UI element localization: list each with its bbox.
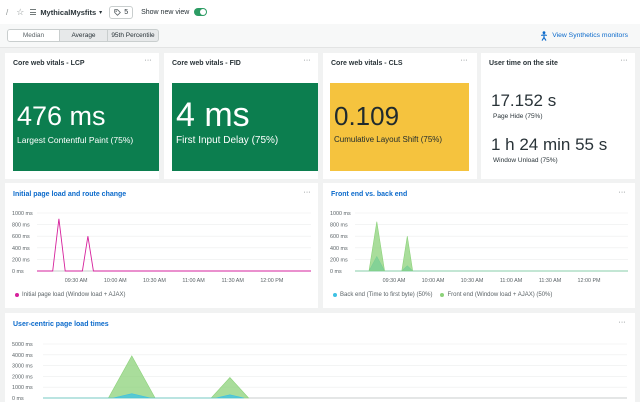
cls-value: 0.109 xyxy=(334,101,400,131)
y-tick-label: 200 ms xyxy=(330,257,348,263)
x-tick-label: 12:00 PM xyxy=(260,278,284,284)
y-tick-label: 3000 ms xyxy=(12,364,33,370)
x-tick-label: 09:30 AM xyxy=(65,278,88,284)
initial-page-load-legend: Initial page load (Window load + AJAX) xyxy=(15,292,126,298)
cls-card: Core web vitals - CLS ··· 0.109 Cumulati… xyxy=(323,53,477,179)
segment-average[interactable]: Average xyxy=(60,30,108,41)
x-tick-label: 12:00 PM xyxy=(577,278,601,284)
page-hide-label: Page Hide (75%) xyxy=(493,113,543,120)
fid-card-title: Core web vitals - FID xyxy=(172,60,241,67)
y-tick-label: 800 ms xyxy=(330,223,348,229)
view-synthetics-link[interactable]: View Synthetics monitors xyxy=(540,30,628,41)
series-line[interactable] xyxy=(37,218,311,272)
series-area[interactable] xyxy=(43,355,250,399)
x-tick-label: 09:30 AM xyxy=(383,278,406,284)
x-tick-label: 10:30 AM xyxy=(461,278,484,284)
cls-card-title: Core web vitals - CLS xyxy=(331,60,403,67)
y-tick-label: 0 ms xyxy=(330,269,342,275)
segment-95th-percentile[interactable]: 95th Percentile xyxy=(108,30,158,41)
y-tick-label: 200 ms xyxy=(12,257,30,263)
app-menu-icon[interactable] xyxy=(30,9,37,15)
lcp-card-title: Core web vitals - LCP xyxy=(13,60,85,67)
y-tick-label: 400 ms xyxy=(330,246,348,252)
y-tick-label: 1000 ms xyxy=(12,385,33,391)
show-new-view-toggle[interactable] xyxy=(194,8,208,16)
tags-button[interactable]: 5 xyxy=(109,5,134,19)
y-tick-label: 0 ms xyxy=(12,269,24,275)
legend-dot xyxy=(440,293,445,297)
series-area[interactable] xyxy=(355,221,628,272)
user-centric-chart: 5000 ms 4000 ms 3000 ms 2000 ms 1000 ms 0 ms xyxy=(12,342,627,402)
legend-label: Back end (Time to first byte) (50%) xyxy=(340,292,433,298)
legend-dot xyxy=(15,293,19,297)
tag-icon xyxy=(114,8,122,16)
segment-median[interactable]: Median xyxy=(8,30,60,41)
y-tick-label: 0 ms xyxy=(12,396,24,402)
y-tick-label: 1000 ms xyxy=(12,211,33,217)
user-time-card: User time on the site ··· 17.152 s Page … xyxy=(481,53,635,179)
y-tick-label: 600 ms xyxy=(330,234,348,240)
initial-page-load-chart: 1000 ms 800 ms 600 ms 400 ms 200 ms 0 ms 09:30… xyxy=(12,211,311,284)
legend-item[interactable]: Front end (Window load + AJAX) (50%) xyxy=(440,292,552,298)
user-centric-card: User-centric page load times ··· 5000 ms… xyxy=(5,313,635,402)
lcp-value: 476 ms xyxy=(17,101,106,131)
legend-item[interactable]: Initial page load (Window load + AJAX) xyxy=(15,292,126,298)
window-unload-label: Window Unload (75%) xyxy=(493,157,558,164)
lcp-card-menu-icon[interactable]: ··· xyxy=(143,57,153,66)
lcp-card: Core web vitals - LCP ··· 476 ms Largest… xyxy=(5,53,159,179)
cls-card-menu-icon[interactable]: ··· xyxy=(459,57,469,66)
y-tick-label: 2000 ms xyxy=(12,374,33,380)
fid-billboard: 4 ms First Input Delay (75%) xyxy=(172,83,318,171)
x-tick-label: 10:30 AM xyxy=(143,278,166,284)
view-synthetics-label: View Synthetics monitors xyxy=(552,32,628,39)
fid-card: Core web vitals - FID ··· 4 ms First Inp… xyxy=(164,53,318,179)
lcp-label: Largest Contentful Paint (75%) xyxy=(17,135,134,145)
legend-label: Initial page load (Window load + AJAX) xyxy=(22,292,126,298)
breadcrumb-separator: / xyxy=(6,7,9,17)
toggle-knob xyxy=(200,9,207,15)
front-vs-back-chart: 1000 ms 800 ms 600 ms 400 ms 200 ms 0 ms 09:30… xyxy=(330,211,628,284)
legend-dot xyxy=(333,293,337,297)
x-tick-label: 11:30 AM xyxy=(222,278,245,284)
y-tick-label: 5000 ms xyxy=(12,342,33,348)
y-tick-label: 4000 ms xyxy=(12,353,33,359)
y-tick-label: 600 ms xyxy=(12,234,30,240)
user-time-card-title: User time on the site xyxy=(489,60,558,67)
user-time-card-menu-icon[interactable]: ··· xyxy=(619,57,629,66)
cls-billboard: 0.109 Cumulative Layout Shift (75%) xyxy=(330,83,469,171)
tags-count: 5 xyxy=(124,8,129,16)
favorite-star-icon[interactable]: ☆ xyxy=(16,7,24,18)
x-tick-label: 10:00 AM xyxy=(104,278,127,284)
initial-page-load-card: Initial page load and route change ··· 1… xyxy=(5,183,318,308)
y-tick-label: 800 ms xyxy=(12,223,30,229)
synthetics-person-icon xyxy=(541,30,548,41)
legend-item[interactable]: Back end (Time to first byte) (50%) xyxy=(333,292,432,298)
app-name[interactable]: MythicalMysfits xyxy=(40,8,96,17)
y-tick-label: 400 ms xyxy=(12,246,30,252)
window-unload-value: 1 h 24 min 55 s xyxy=(491,135,608,154)
x-tick-label: 11:00 AM xyxy=(182,278,205,284)
fid-card-menu-icon[interactable]: ··· xyxy=(302,57,312,66)
top-bar: / ☆ MythicalMysfits ▾ 5 Show new view xyxy=(0,0,640,24)
filter-bar: Median Average 95th Percentile View Synt… xyxy=(0,24,640,48)
lcp-billboard: 476 ms Largest Contentful Paint (75%) xyxy=(13,83,159,171)
fid-value: 4 ms xyxy=(176,96,250,134)
series-area[interactable] xyxy=(355,255,628,272)
page-hide-value: 17.152 s xyxy=(491,91,557,110)
x-tick-label: 10:00 AM xyxy=(422,278,445,284)
cls-label: Cumulative Layout Shift (75%) xyxy=(334,135,443,144)
show-new-view-label: Show new view xyxy=(141,8,190,16)
y-tick-label: 1000 ms xyxy=(330,211,351,217)
x-tick-label: 11:30 AM xyxy=(539,278,562,284)
aggregation-selector: Median Average 95th Percentile xyxy=(7,29,159,42)
legend-label: Front end (Window load + AJAX) (50%) xyxy=(447,292,553,298)
x-tick-label: 11:00 AM xyxy=(500,278,523,284)
fid-label: First Input Delay (75%) xyxy=(176,135,279,146)
front-vs-back-legend: Back end (Time to first byte) (50%) Fron… xyxy=(333,292,552,298)
chevron-down-icon[interactable]: ▾ xyxy=(99,9,102,16)
front-vs-back-card: Front end vs. back end ··· 1000 ms 800 ms… xyxy=(323,183,635,308)
